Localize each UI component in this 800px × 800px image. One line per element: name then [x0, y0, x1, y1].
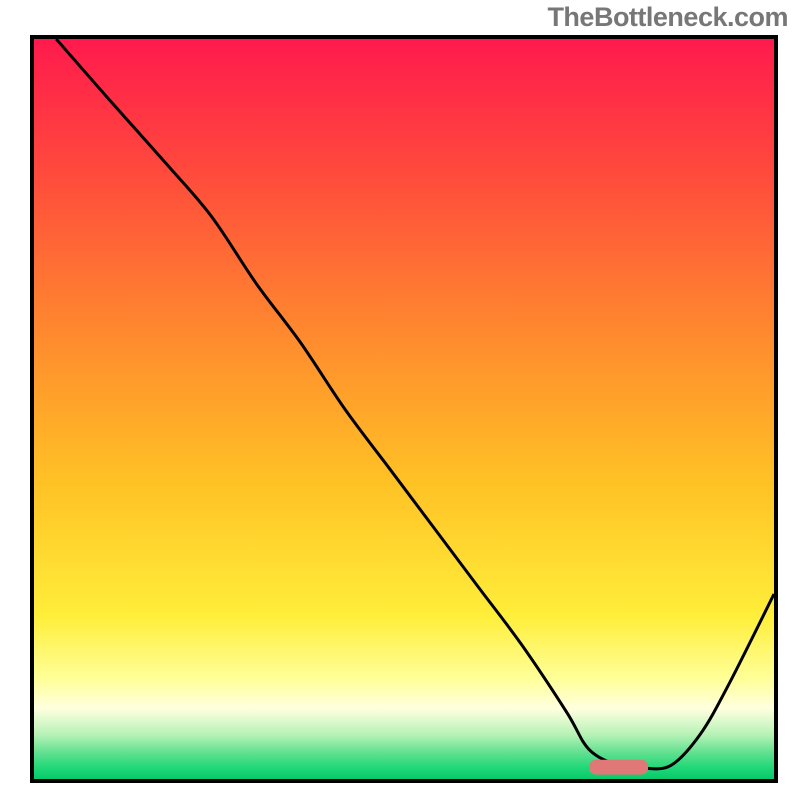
- plot-frame: [30, 35, 778, 783]
- chart-container: TheBottleneck.com: [0, 0, 800, 800]
- gradient-background: [34, 39, 774, 779]
- plot-svg: [34, 39, 774, 779]
- watermark-text: TheBottleneck.com: [547, 2, 788, 33]
- optimal-range-marker: [589, 760, 648, 775]
